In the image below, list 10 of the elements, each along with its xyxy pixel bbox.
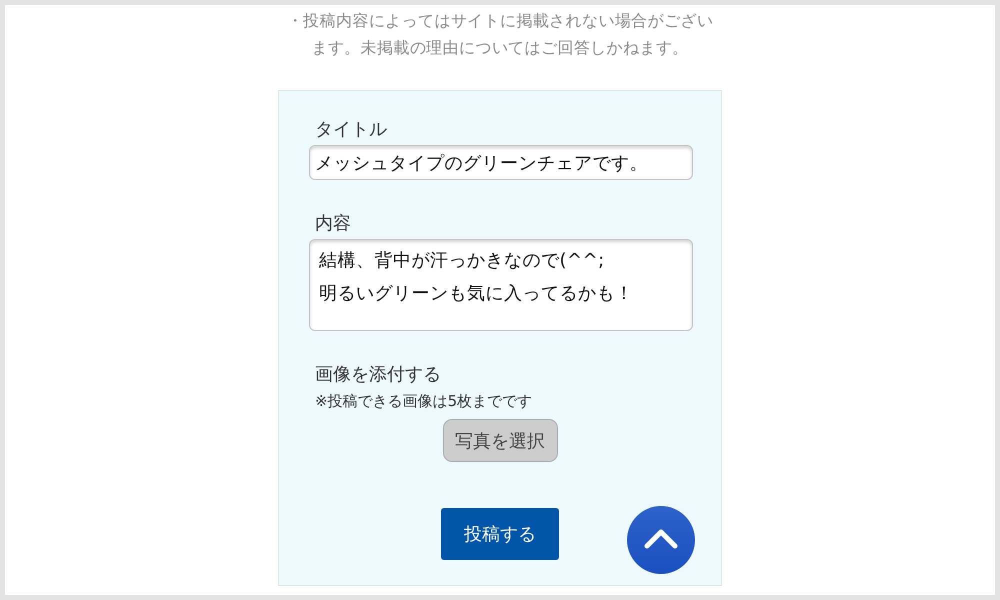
attach-note: ※投稿できる画像は5枚までです (314, 391, 532, 412)
content-textarea[interactable]: 結構、背中が汗っかきなので(^^; 明るいグリーンも気に入ってるかも！ (309, 239, 693, 331)
attach-label: 画像を添付する (314, 363, 441, 387)
title-input[interactable]: メッシュタイプのグリーンチェアです。 (309, 145, 693, 180)
field-label: タイトル (314, 118, 387, 142)
submit-button[interactable]: 投稿する (441, 508, 559, 560)
select-photo-button[interactable]: 写真を選択 (442, 419, 558, 462)
chevron-up-icon (644, 529, 678, 549)
field-label: 内容 (314, 212, 351, 236)
notice-text: ・投稿内容によってはサイトに掲載されない場合がございます。未掲載の理由についてはご回答しかねます。 (286, 10, 714, 59)
